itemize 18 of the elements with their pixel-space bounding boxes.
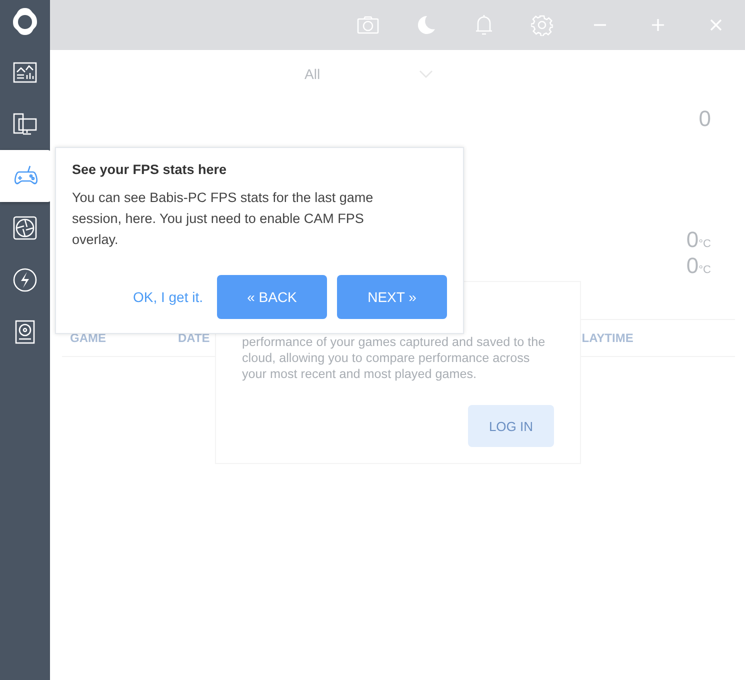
- tooltip-title: See your FPS stats here: [72, 162, 228, 177]
- chevron-icon: [418, 70, 432, 78]
- computer-icon: [12, 111, 38, 137]
- lightning-icon: [12, 267, 38, 293]
- tooltip-text: You can see Babis-PC FPS stats for the last game session, here. You just need to enable CAM FPS overlay.: [72, 189, 374, 249]
- stat-value: 0: [698, 106, 711, 132]
- column-header: DATE: [178, 331, 210, 345]
- login-description: performance of your games captured and saved to the cloud, allowing you to compare performance across your most recent and most played games.: [242, 334, 546, 382]
- stat-value: 0°C: [686, 227, 711, 253]
- column-header: GAME: [70, 331, 106, 345]
- back-button[interactable]: « BACK: [217, 275, 327, 319]
- dismiss-link[interactable]: OK, I get it.: [132, 289, 203, 305]
- login-button[interactable]: LOG IN: [468, 405, 554, 447]
- stat-value: 0°C: [686, 253, 711, 279]
- next-button[interactable]: NEXT »: [337, 275, 447, 319]
- column-header: LAYTIME: [582, 331, 634, 345]
- filter-dropdown[interactable]: All: [298, 62, 438, 86]
- fan-icon: [12, 215, 38, 241]
